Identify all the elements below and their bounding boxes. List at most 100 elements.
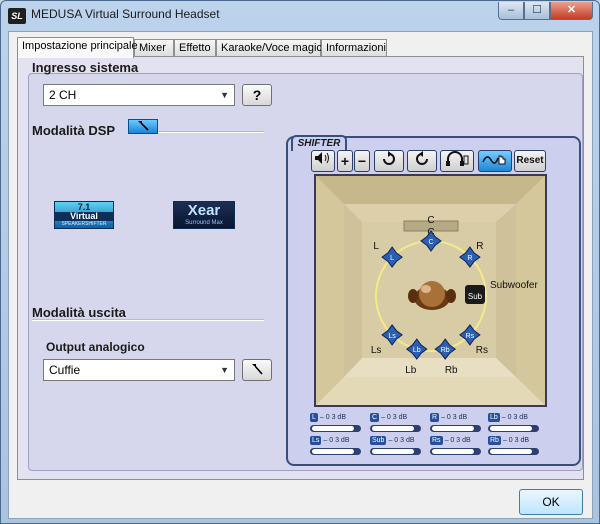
speaker-field[interactable]: Sub Subwoofer C LLCCRRLsLsLbLbRbRbRsRs: [316, 176, 545, 405]
rotate-counterclockwise-button[interactable]: [407, 150, 437, 172]
level-bar[interactable]: [310, 448, 361, 455]
level-rb[interactable]: Rb – 0 3 dB: [488, 436, 539, 458]
level-tag: Sub – 0 3 dB: [370, 436, 415, 445]
title-bar[interactable]: SL MEDUSA Virtual Surround Headset – ☐ ✕: [1, 1, 599, 29]
dsp-toggle[interactable]: [128, 119, 158, 134]
level-bar[interactable]: [370, 425, 421, 432]
speaker-room: Sub Subwoofer C LLCCRRLsLsLbLbRbRbRsRs: [314, 174, 547, 407]
level-fill: [432, 426, 474, 431]
level-fill: [372, 449, 414, 454]
app-logo-icon: SL: [8, 8, 26, 24]
level-tag: L – 0 3 dB: [310, 413, 346, 422]
level-value: – 0 3 dB: [444, 437, 471, 444]
speaker-icon-label: Rs: [466, 333, 475, 340]
maximize-button[interactable]: ☐: [524, 2, 550, 20]
level-label: C: [370, 413, 380, 422]
level-tag: Lb – 0 3 dB: [488, 413, 528, 422]
dsp-mode-label: Modalità DSP: [32, 123, 116, 138]
chevron-down-icon: ▼: [220, 365, 229, 375]
level-value: – 0 3 dB: [381, 414, 408, 421]
level-tag: C – 0 3 dB: [370, 413, 407, 422]
input-channel-select[interactable]: 2 CH ▼: [43, 84, 235, 106]
close-button[interactable]: ✕: [550, 2, 593, 20]
logo-surround-max-text: Surround Max: [185, 220, 223, 226]
level-bar[interactable]: [370, 448, 421, 455]
level-tag: R – 0 3 dB: [430, 413, 467, 422]
speaker-label: Rb: [445, 365, 458, 376]
level-rs[interactable]: Rs – 0 3 dB: [430, 436, 481, 458]
volume-down-button[interactable]: −: [354, 150, 370, 172]
tab-effetto[interactable]: Effetto: [174, 39, 216, 57]
xear-logo[interactable]: Xear Surround Max: [173, 201, 235, 229]
input-channel-value: 2 CH: [49, 88, 77, 102]
logo-xear-text: Xear: [187, 202, 221, 219]
level-lb[interactable]: Lb – 0 3 dB: [488, 413, 539, 435]
level-label: Rs: [430, 436, 443, 445]
logo-virtual-text: Virtual: [55, 212, 113, 221]
output-analog-label: Output analogico: [46, 340, 145, 354]
logo-speakershifter-text: SPEAKERSHIFTER: [61, 221, 107, 227]
speaker-icon-label: Rb: [441, 347, 450, 354]
wave-mode-button[interactable]: [478, 150, 512, 172]
level-label: Sub: [370, 436, 387, 445]
volume-up-button[interactable]: +: [337, 150, 353, 172]
headphone-mode-button[interactable]: [440, 150, 474, 172]
level-value: – 0 3 dB: [319, 414, 346, 421]
level-label: L: [310, 413, 318, 422]
ok-button[interactable]: OK: [519, 489, 583, 515]
input-section-title: Ingresso sistema: [32, 60, 139, 75]
output-select[interactable]: Cuffie ▼: [43, 359, 235, 381]
level-sub[interactable]: Sub – 0 3 dB: [370, 436, 421, 458]
level-value: – 0 3 dB: [502, 437, 530, 444]
output-settings-button[interactable]: [242, 359, 272, 381]
level-bar[interactable]: [488, 448, 539, 455]
level-value: – 0 3 dB: [388, 437, 415, 444]
output-value: Cuffie: [49, 363, 81, 377]
level-c[interactable]: C – 0 3 dB: [370, 413, 421, 435]
level-value: – 0 3 dB: [323, 437, 350, 444]
level-fill: [312, 426, 354, 431]
headphone-icon: [446, 151, 469, 166]
speaker-label: Ls: [371, 345, 382, 356]
level-tag: Rs – 0 3 dB: [430, 436, 471, 445]
subwoofer-label: Subwoofer: [490, 280, 538, 291]
level-r[interactable]: R – 0 3 dB: [430, 413, 481, 435]
level-bar[interactable]: [430, 425, 481, 432]
hammer-icon: [252, 364, 263, 375]
level-fill: [490, 426, 532, 431]
window-title: MEDUSA Virtual Surround Headset: [31, 7, 220, 21]
chevron-down-icon: ▼: [220, 90, 229, 100]
speaker-label: R: [476, 241, 483, 252]
speaker-label: C: [427, 215, 434, 226]
app-window: SL MEDUSA Virtual Surround Headset – ☐ ✕…: [0, 0, 600, 524]
tab-informazioni[interactable]: Informazioni: [321, 39, 387, 57]
level-ls[interactable]: Ls – 0 3 dB: [310, 436, 361, 458]
tab-karaoke[interactable]: Karaoke/Voce magica: [216, 39, 328, 57]
plus-icon: +: [340, 153, 350, 169]
hammer-icon: [138, 121, 149, 131]
shifter-title: SHIFTER: [291, 135, 347, 151]
help-button[interactable]: ?: [242, 84, 272, 106]
dsp-divider: [158, 131, 264, 133]
rotate-clockwise-button[interactable]: [374, 150, 404, 172]
reset-button[interactable]: Reset: [514, 150, 546, 172]
mute-button[interactable]: [311, 150, 335, 172]
tab-impostazione-principale[interactable]: Impostazione principale: [17, 37, 138, 58]
level-fill: [490, 449, 532, 454]
level-tag: Ls – 0 3 dB: [310, 436, 349, 445]
speaker-icon-label: R: [467, 255, 472, 262]
level-value: – 0 3 dB: [501, 414, 528, 421]
speaker-label: L: [373, 241, 379, 252]
level-l[interactable]: L – 0 3 dB: [310, 413, 361, 435]
virtual-speakershifter-logo[interactable]: 7.1 Virtual SPEAKERSHIFTER: [54, 201, 114, 229]
minimize-button[interactable]: –: [498, 2, 524, 20]
level-bar[interactable]: [488, 425, 539, 432]
speaker-icon: [315, 152, 329, 164]
speaker-label: Rs: [476, 345, 488, 356]
level-tag: Rb – 0 3 dB: [488, 436, 529, 445]
level-bar[interactable]: [310, 425, 361, 432]
level-label: Rb: [488, 436, 501, 445]
tab-mixer[interactable]: Mixer: [134, 39, 174, 57]
level-bar[interactable]: [430, 448, 481, 455]
level-label: R: [430, 413, 440, 422]
